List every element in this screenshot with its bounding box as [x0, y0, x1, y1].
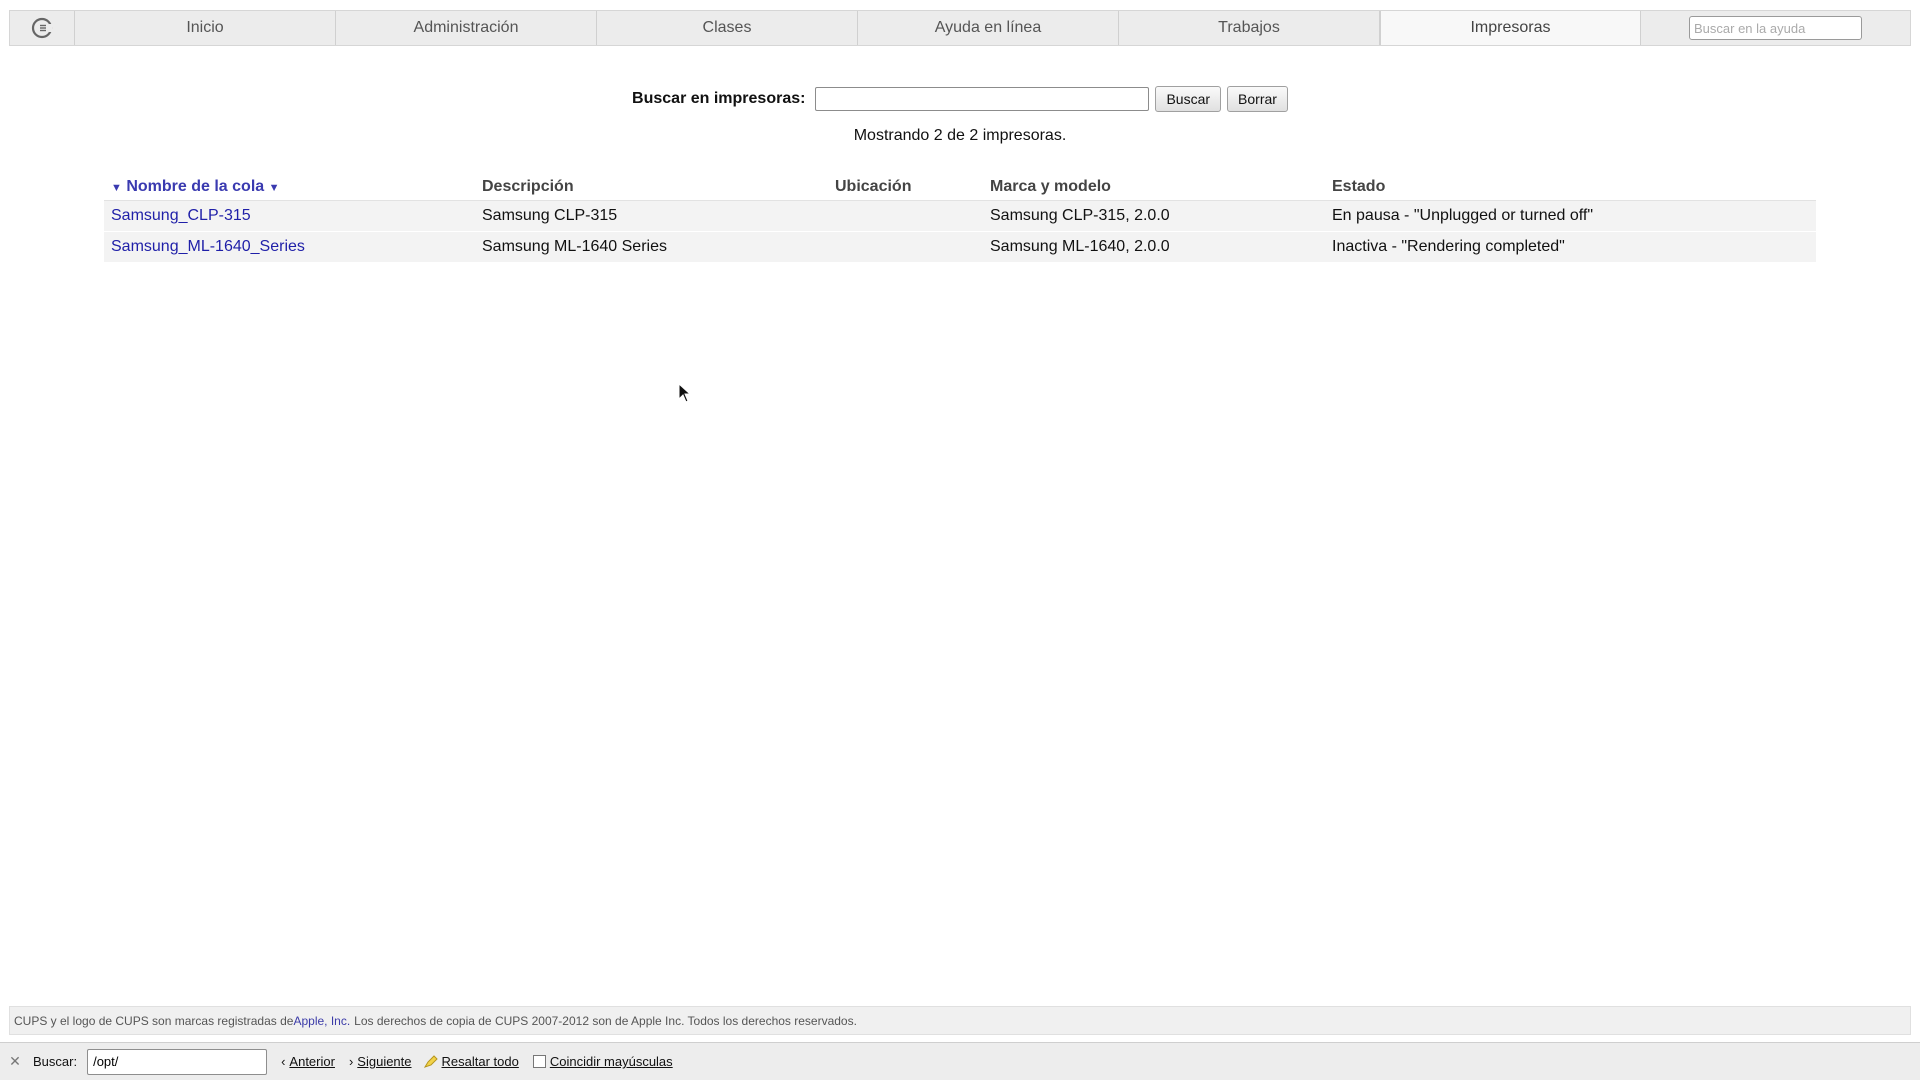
tab-trabajos[interactable]: Trabajos — [1119, 11, 1380, 45]
footer-text-before: CUPS y el logo de CUPS son marcas regist… — [14, 1013, 294, 1028]
find-next-label: Siguiente — [357, 1054, 412, 1069]
chevron-left-icon: ‹ — [281, 1054, 286, 1069]
printer-search-label: Buscar en impresoras: — [632, 90, 806, 107]
printer-search-form: Buscar en impresoras: Buscar Borrar — [0, 85, 1920, 113]
header-state: Estado — [1325, 174, 1816, 201]
header-queue-name[interactable]: ▼ Nombre de la cola ▼ — [104, 174, 475, 201]
find-next-button[interactable]: › Siguiente — [349, 1054, 412, 1069]
table-header-row: ▼ Nombre de la cola ▼ Descripción Ubicac… — [104, 174, 1816, 201]
sort-down-arrow-icon: ▼ — [268, 182, 280, 194]
highlighter-icon — [423, 1055, 438, 1068]
model-cell: Samsung CLP-315, 2.0.0 — [990, 207, 1170, 224]
tab-administracion[interactable]: Administración — [336, 11, 597, 45]
match-case-checkbox[interactable]: Coincidir mayúsculas — [532, 1054, 673, 1069]
highlight-all-label: Resaltar todo — [441, 1054, 519, 1069]
apple-link[interactable]: Apple, Inc. — [293, 1014, 350, 1028]
queue-cell: Samsung_ML-1640_Series — [104, 231, 475, 262]
header-description: Descripción — [475, 174, 828, 201]
close-icon[interactable]: ✕ — [8, 1053, 22, 1070]
cups-logo-icon[interactable] — [10, 11, 75, 45]
tab-ayuda-en-linea[interactable]: Ayuda en línea — [858, 11, 1119, 45]
printer-search-input[interactable] — [815, 87, 1150, 111]
printer-link[interactable]: Samsung_ML-1640_Series — [111, 238, 305, 255]
location-cell — [828, 231, 983, 262]
find-bar: ✕ Buscar: ‹ Anterior › Siguiente Resalta… — [0, 1042, 1920, 1080]
tab-clases[interactable]: Clases — [597, 11, 858, 45]
header-location: Ubicación — [828, 174, 983, 201]
find-previous-button[interactable]: ‹ Anterior — [281, 1054, 335, 1069]
clear-button[interactable]: Borrar — [1227, 86, 1288, 112]
checkbox-box[interactable] — [532, 1055, 546, 1068]
tab-inicio[interactable]: Inicio — [75, 11, 336, 45]
state-cell: En pausa - "Unplugged or turned off" — [1332, 207, 1594, 224]
help-search-container — [1641, 11, 1910, 45]
printer-link[interactable]: Samsung_CLP-315 — [111, 207, 251, 224]
printers-table: ▼ Nombre de la cola ▼ Descripción Ubicac… — [104, 174, 1816, 262]
find-previous-label: Anterior — [289, 1054, 335, 1069]
state-cell: Inactiva - "Rendering completed" — [1325, 231, 1816, 262]
sort-down-arrow-icon: ▼ — [111, 182, 122, 194]
find-input[interactable] — [87, 1048, 268, 1075]
results-summary: Mostrando 2 de 2 impresoras. — [853, 127, 1067, 144]
help-search-input[interactable] — [1689, 16, 1862, 40]
find-label: Buscar: — [33, 1054, 78, 1069]
queue-cell: Samsung_CLP-315 — [104, 201, 475, 232]
top-nav-bar: Inicio Administración Clases Ayuda en lí… — [9, 10, 1911, 46]
tab-impresoras[interactable]: Impresoras — [1380, 11, 1641, 45]
model-cell: Samsung ML-1640, 2.0.0 — [983, 231, 1325, 262]
description-cell: Samsung CLP-315 — [482, 207, 618, 224]
header-queue-label: Nombre de la cola — [126, 178, 265, 195]
header-model: Marca y modelo — [983, 174, 1325, 201]
page-footer: CUPS y el logo de CUPS son marcas regist… — [9, 1006, 1911, 1035]
match-case-label: Coincidir mayúsculas — [549, 1054, 673, 1069]
search-button[interactable]: Buscar — [1155, 86, 1222, 112]
description-cell: Samsung ML-1640 Series — [475, 231, 828, 262]
mouse-pointer-icon — [678, 383, 692, 403]
highlight-all-button[interactable]: Resaltar todo — [423, 1054, 519, 1069]
table-row: Samsung_CLP-315 Samsung CLP-315 Samsung … — [104, 200, 1816, 232]
location-cell — [828, 201, 983, 232]
table-row: Samsung_ML-1640_Series Samsung ML-1640 S… — [104, 231, 1816, 262]
footer-text-after: Los derechos de copia de CUPS 2007-2012 … — [354, 1013, 857, 1028]
chevron-right-icon: › — [348, 1054, 354, 1069]
